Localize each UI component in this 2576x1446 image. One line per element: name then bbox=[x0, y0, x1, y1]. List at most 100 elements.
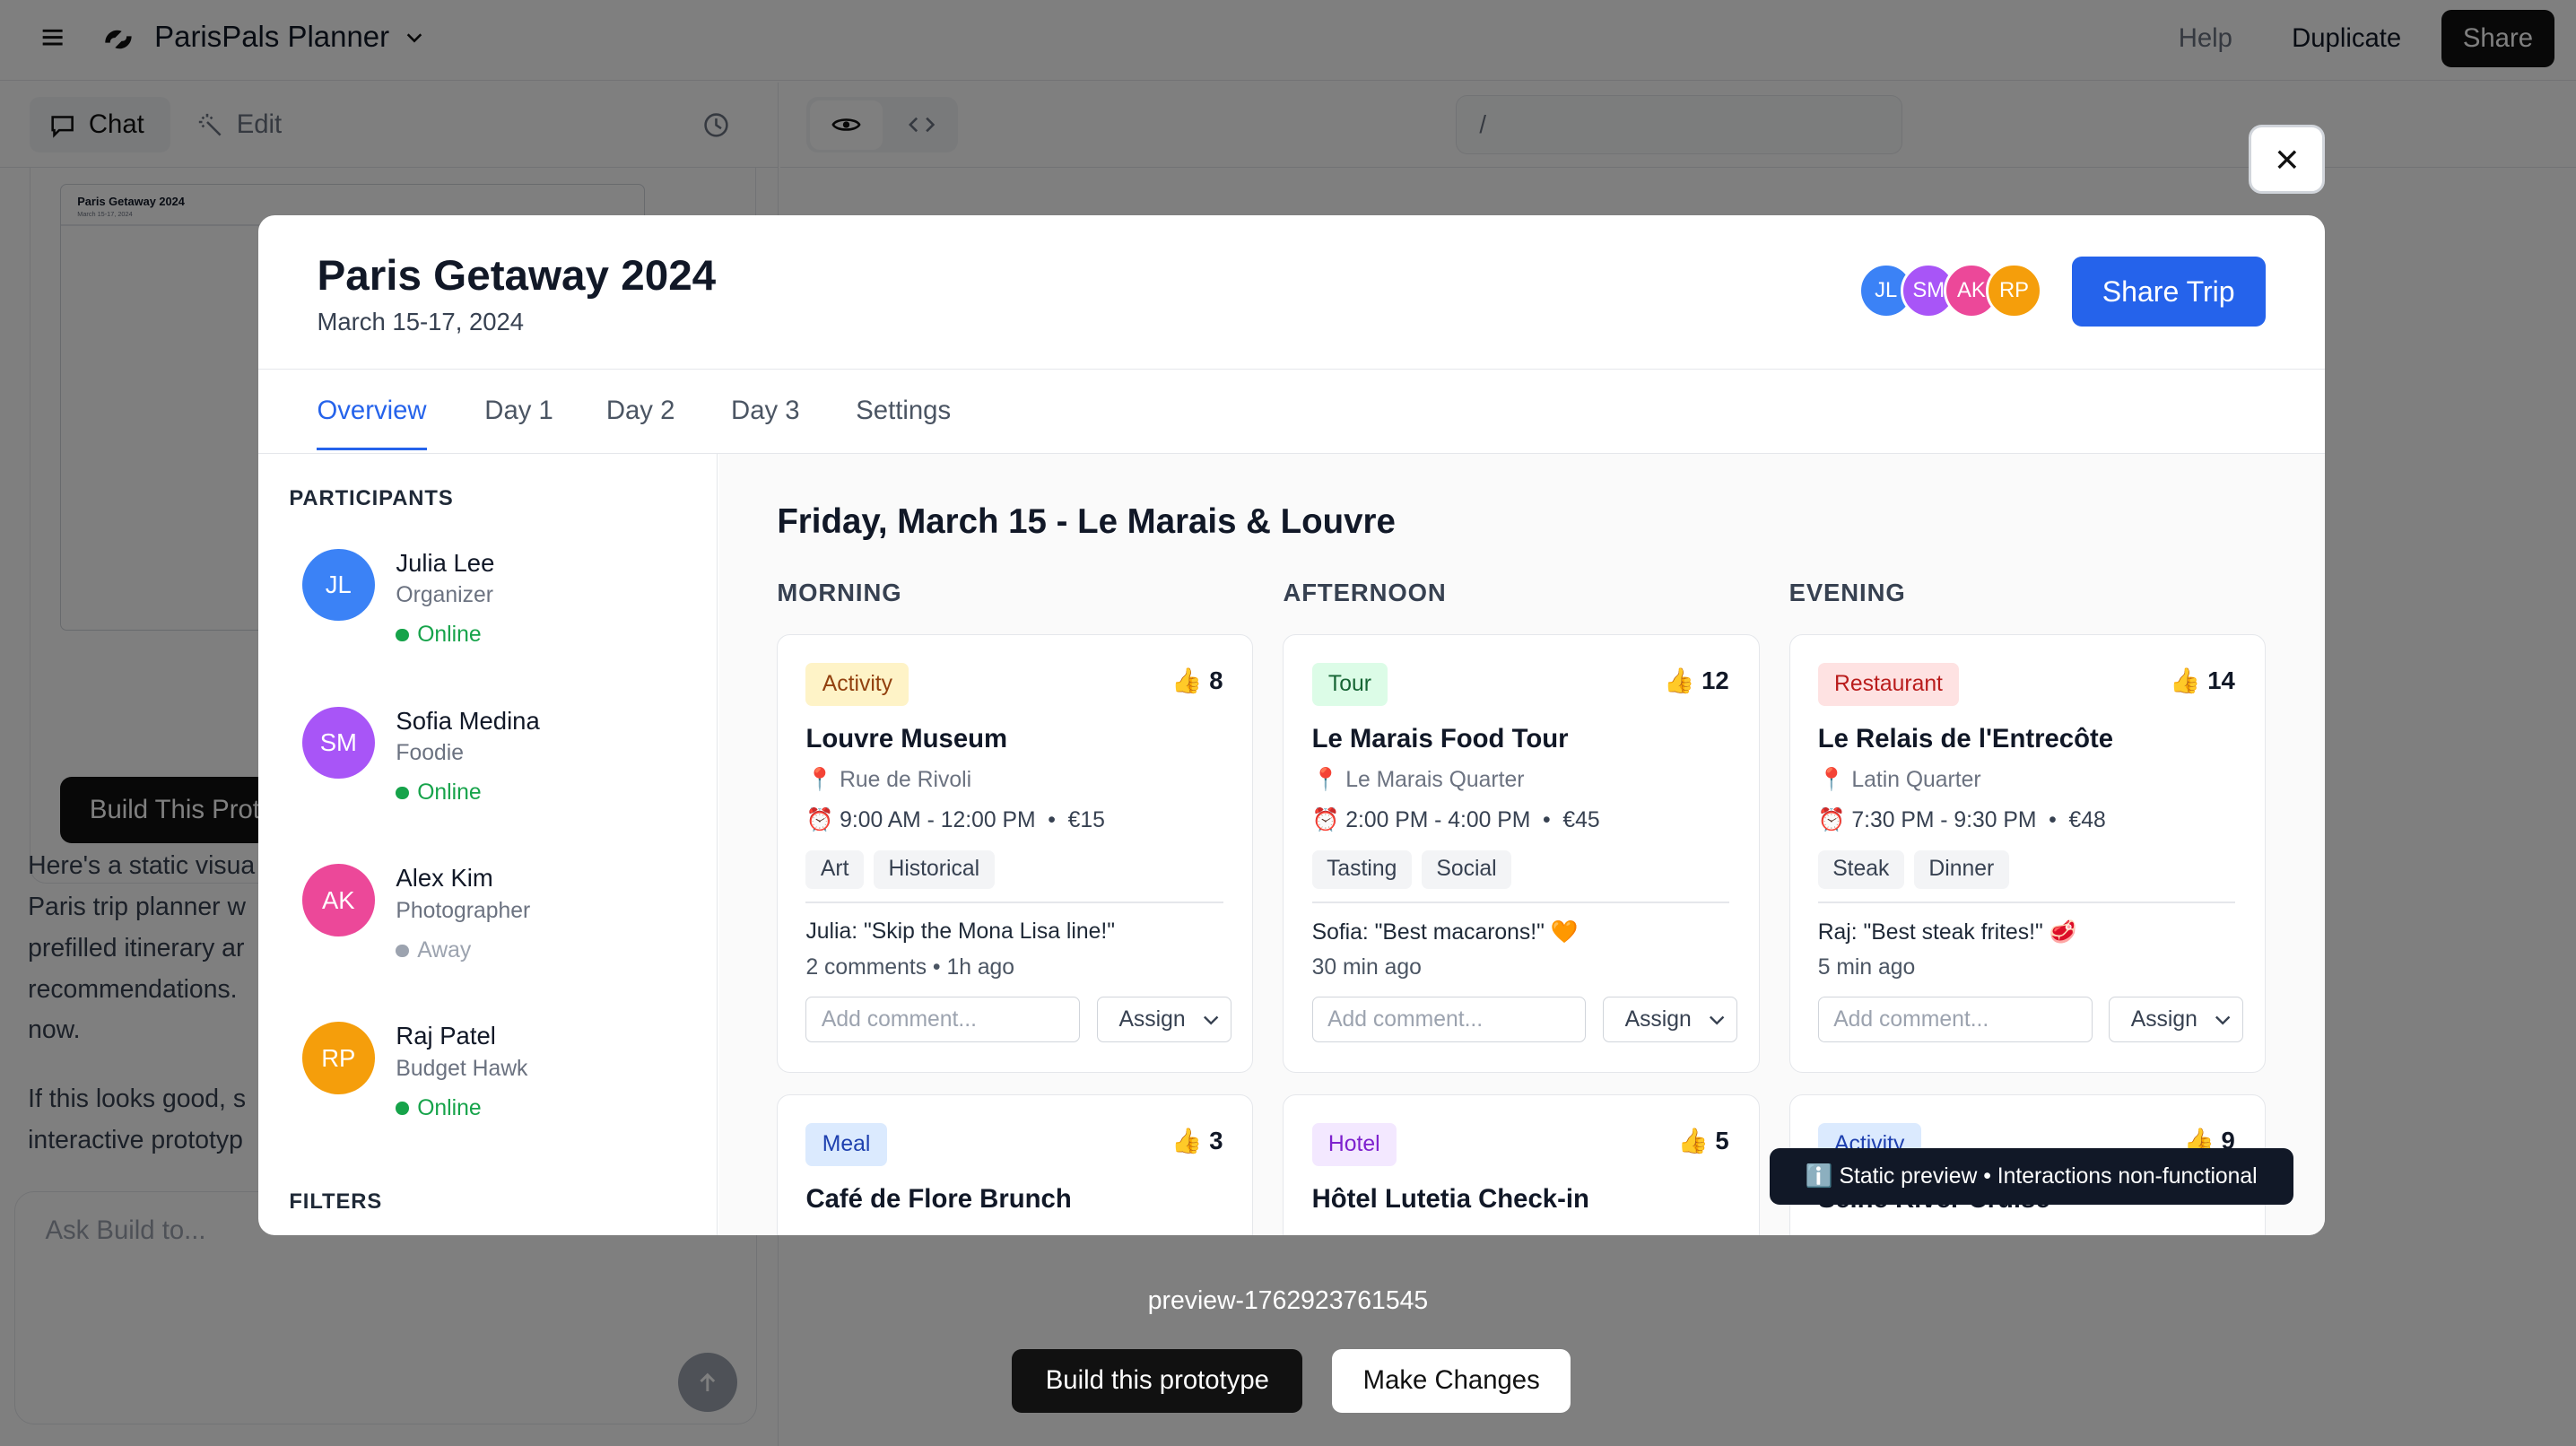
tab-day-2[interactable]: Day 2 bbox=[606, 396, 675, 426]
participant-item[interactable]: SM Sofia Medina Foodie Online bbox=[302, 706, 697, 839]
column-header-afternoon: AFTERNOON bbox=[1283, 578, 1447, 606]
tag-chip: Social bbox=[1421, 849, 1512, 889]
card-title: Le Relais de l'Entrecôte bbox=[1817, 723, 2114, 753]
preview-id-label: preview-1762923761545 bbox=[1147, 1286, 1429, 1316]
card-tags: Tasting Social bbox=[1311, 849, 1512, 889]
tab-overview[interactable]: Overview bbox=[317, 396, 427, 451]
latest-comment: Julia: "Skip the Mona Lisa line!" bbox=[805, 919, 1116, 944]
category-badge: Meal bbox=[805, 1122, 887, 1166]
trip-tabs: Overview Day 1 Day 2 Day 3 Settings bbox=[257, 370, 2325, 454]
comment-meta: 30 min ago bbox=[1311, 955, 1422, 980]
card-time-price: ⏰ 9:00 AM - 12:00 PM • €15 bbox=[805, 808, 1105, 833]
category-badge: Hotel bbox=[1311, 1122, 1397, 1166]
card-divider bbox=[1311, 901, 1729, 903]
chevron-down-icon bbox=[1709, 1016, 1725, 1025]
participant-name: Alex Kim bbox=[396, 864, 493, 893]
card-tags: Steak Dinner bbox=[1817, 849, 2009, 889]
activity-card[interactable]: Restaurant 👍 14 Le Relais de l'Entrecôte… bbox=[1788, 633, 2266, 1074]
vote-count[interactable]: 👍 3 bbox=[1171, 1127, 1223, 1155]
avatar: JL bbox=[302, 548, 375, 622]
participant-item[interactable]: AK Alex Kim Photographer Away bbox=[302, 864, 697, 996]
assign-select[interactable]: Assign bbox=[2108, 996, 2244, 1043]
participant-status: Online bbox=[396, 780, 482, 806]
card-divider bbox=[1817, 901, 2235, 903]
share-trip-button[interactable]: Share Trip bbox=[2071, 256, 2266, 327]
category-badge: Activity bbox=[805, 663, 909, 706]
build-prototype-button[interactable]: Build this prototype bbox=[1012, 1348, 1303, 1414]
card-title: Le Marais Food Tour bbox=[1311, 723, 1569, 753]
trip-header: Paris Getaway 2024 March 15-17, 2024 JL … bbox=[257, 215, 2325, 370]
participant-status: Online bbox=[396, 1095, 482, 1121]
card-divider bbox=[805, 901, 1223, 903]
status-text: Away bbox=[417, 937, 472, 963]
comment-input[interactable]: Add comment... bbox=[805, 996, 1081, 1043]
tag-chip: Steak bbox=[1817, 849, 1904, 889]
app-root: ParisPals Planner Help Duplicate Share C… bbox=[0, 0, 2576, 1446]
tag-chip: Historical bbox=[873, 849, 995, 889]
tag-chip: Tasting bbox=[1311, 849, 1412, 889]
activity-card[interactable]: Tour 👍 12 Le Marais Food Tour 📍 Le Marai… bbox=[1283, 633, 1760, 1074]
chevron-down-icon bbox=[1203, 1016, 1219, 1025]
card-location: 📍 Rue de Rivoli bbox=[805, 767, 972, 792]
card-time-price: ⏰ 7:30 PM - 9:30 PM • €48 bbox=[1817, 808, 2106, 833]
participant-status: Online bbox=[396, 623, 482, 648]
assign-label: Assign bbox=[1118, 1006, 1186, 1032]
tab-day-3[interactable]: Day 3 bbox=[731, 396, 800, 426]
card-time-price: ⏰ 2:00 PM - 4:00 PM • €45 bbox=[1311, 808, 1600, 833]
column-header-evening: EVENING bbox=[1788, 578, 1906, 606]
category-badge: Restaurant bbox=[1817, 663, 1960, 706]
comment-meta: 2 comments • 1h ago bbox=[805, 955, 1015, 980]
status-text: Online bbox=[417, 623, 482, 648]
avatar: AK bbox=[302, 864, 375, 936]
column-header-morning: MORNING bbox=[777, 578, 902, 606]
participants-label: PARTICIPANTS bbox=[289, 486, 454, 511]
assign-select[interactable]: Assign bbox=[1602, 996, 1737, 1043]
comment-input[interactable]: Add comment... bbox=[1817, 996, 2093, 1043]
trip-title: Paris Getaway 2024 bbox=[317, 252, 717, 301]
comment-input[interactable]: Add comment... bbox=[1311, 996, 1587, 1043]
status-text: Online bbox=[417, 1095, 482, 1120]
status-dot bbox=[396, 628, 410, 642]
make-changes-button[interactable]: Make Changes bbox=[1332, 1348, 1571, 1414]
close-icon bbox=[2277, 150, 2296, 169]
tag-chip: Dinner bbox=[1913, 849, 2009, 889]
activity-card[interactable]: Hotel 👍 5 Hôtel Lutetia Check-in bbox=[1283, 1093, 1760, 1236]
latest-comment: Sofia: "Best macarons!" 🧡 bbox=[1311, 919, 1579, 945]
comment-meta: 5 min ago bbox=[1817, 955, 1916, 980]
card-title: Louvre Museum bbox=[805, 723, 1008, 753]
participant-item[interactable]: RP Raj Patel Budget Hawk Online bbox=[302, 1022, 697, 1154]
assign-select[interactable]: Assign bbox=[1096, 996, 1231, 1043]
card-title: Café de Flore Brunch bbox=[805, 1183, 1072, 1214]
close-modal-button[interactable] bbox=[2249, 125, 2325, 195]
participant-role: Organizer bbox=[396, 583, 493, 608]
avatar: RP bbox=[302, 1022, 375, 1094]
status-dot bbox=[396, 786, 410, 800]
trip-dates: March 15-17, 2024 bbox=[317, 307, 525, 335]
static-preview-toast: ℹ️ Static preview • Interactions non-fun… bbox=[1769, 1148, 2293, 1205]
activity-card[interactable]: Meal 👍 3 Café de Flore Brunch bbox=[777, 1093, 1254, 1236]
activity-card[interactable]: Activity 👍 8 Louvre Museum 📍 Rue de Rivo… bbox=[777, 633, 1254, 1074]
participant-status: Away bbox=[396, 938, 471, 963]
status-text: Online bbox=[417, 780, 482, 805]
day-title: Friday, March 15 - Le Marais & Louvre bbox=[777, 502, 1396, 542]
participant-name: Raj Patel bbox=[396, 1022, 496, 1050]
latest-comment: Raj: "Best steak frites!" 🥩 bbox=[1817, 919, 2077, 945]
tab-settings[interactable]: Settings bbox=[856, 396, 951, 426]
status-dot bbox=[396, 1102, 410, 1115]
vote-count[interactable]: 👍 14 bbox=[2170, 666, 2234, 695]
avatar[interactable]: RP bbox=[1986, 263, 2042, 319]
participant-item[interactable]: JL Julia Lee Organizer Online bbox=[302, 548, 697, 681]
vote-count[interactable]: 👍 5 bbox=[1678, 1127, 1729, 1155]
tab-day-1[interactable]: Day 1 bbox=[484, 396, 553, 426]
vote-count[interactable]: 👍 8 bbox=[1171, 666, 1223, 695]
avatar: SM bbox=[302, 706, 375, 780]
assign-label: Assign bbox=[2130, 1006, 2197, 1032]
tag-chip: Art bbox=[805, 849, 864, 889]
participant-name: Julia Lee bbox=[396, 548, 495, 577]
vote-count[interactable]: 👍 12 bbox=[1664, 666, 1728, 695]
participant-role: Foodie bbox=[396, 741, 464, 766]
filters-label: FILTERS bbox=[289, 1189, 383, 1215]
preview-modal: Paris Getaway 2024 March 15-17, 2024 JL … bbox=[257, 214, 2325, 1236]
card-location: 📍 Latin Quarter bbox=[1817, 767, 1981, 792]
chevron-down-icon bbox=[2215, 1016, 2231, 1025]
